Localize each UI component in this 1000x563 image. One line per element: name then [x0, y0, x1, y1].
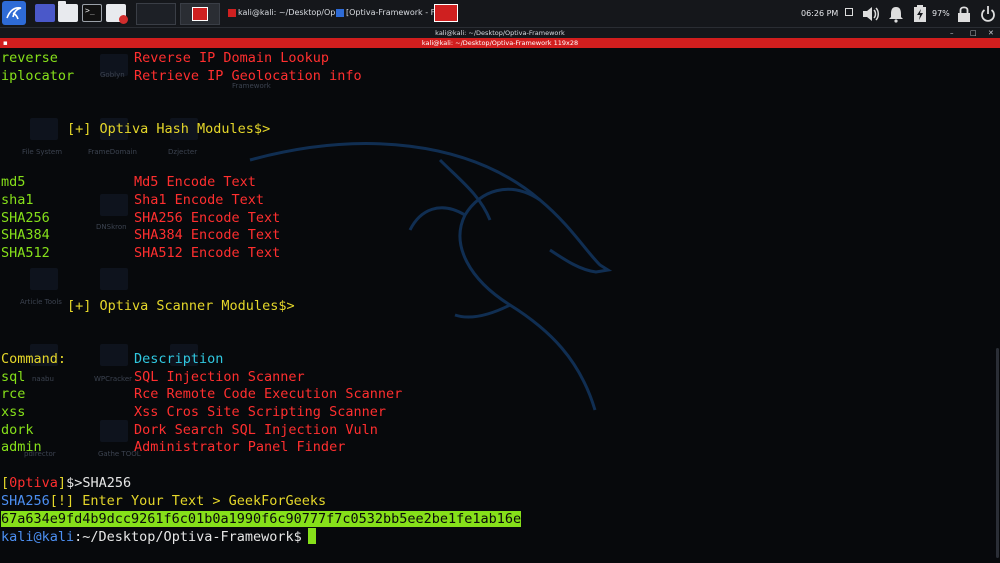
power-icon[interactable]: [980, 5, 996, 27]
prompt-user: 0ptiva: [9, 475, 58, 491]
hash-output-line: 67a634e9fd4b9dcc9261f6c01b0a1990f6c90777…: [1, 510, 522, 528]
prompt-bracket-close: ]: [57, 475, 67, 491]
module-description: Administrator Panel Finder: [134, 439, 346, 455]
terminal-scrollbar[interactable]: [995, 48, 999, 563]
module-description: SQL Injection Scanner: [134, 369, 305, 385]
module-command: sql: [1, 369, 26, 385]
clock[interactable]: 06:26 PM: [801, 0, 843, 27]
module-command: dork: [1, 422, 34, 438]
taskbar-item-red-window[interactable]: [434, 4, 458, 22]
window-titlebar[interactable]: kali@kali: ~/Desktop/Optiva-Framework – …: [0, 28, 1000, 38]
text-cursor: [307, 528, 316, 544]
module-description: Dork Search SQL Injection Vuln: [134, 422, 378, 438]
section-header: [+] Optiva Hash Modules$>: [67, 121, 271, 137]
sha-prompt: [!] Enter Your Text > GeekForGeeks: [49, 493, 327, 509]
notification-bell-icon[interactable]: [887, 5, 905, 27]
taskbar-item-file-manager[interactable]: [Optiva-Framework - Fil...: [334, 3, 442, 23]
module-description: SHA256 Encode Text: [134, 210, 281, 226]
sha-input-line: SHA256[!] Enter Your Text > GeekForGeeks: [1, 492, 326, 510]
kali-menu-icon[interactable]: [2, 1, 26, 25]
battery-percent: 97%: [932, 9, 950, 18]
module-command: sha1: [1, 192, 34, 208]
terminal-icon[interactable]: [82, 4, 102, 22]
shell-dollar: $: [293, 529, 302, 545]
module-command: xss: [1, 404, 26, 420]
prompt-command: $>SHA256: [66, 475, 132, 491]
desktop-show-icon[interactable]: [35, 4, 55, 22]
hash-output[interactable]: 67a634e9fd4b9dcc9261f6c01b0a1990f6c90777…: [1, 511, 522, 527]
shell-user: kali@kali: [1, 529, 75, 545]
top-panel: kali@kali: ~/Desktop/Op... [Optiva-Frame…: [0, 0, 1000, 28]
shell-path: :~/Desktop/Optiva-Framework: [74, 529, 294, 545]
scrollbar-thumb[interactable]: [996, 348, 999, 558]
description-column-header: Description: [134, 351, 224, 367]
module-command: SHA384: [1, 227, 50, 243]
sha-label: SHA256: [1, 493, 50, 509]
terminal-output[interactable]: reverse Reverse IP Domain Lookup iplocato…: [0, 48, 1000, 563]
module-command: rce: [1, 386, 26, 402]
module-command: reverse: [1, 50, 58, 66]
section-header: [+] Optiva Scanner Modules$>: [67, 298, 295, 314]
module-command: SHA512: [1, 245, 50, 261]
module-description: Sha1 Encode Text: [134, 192, 265, 208]
volume-icon[interactable]: [861, 5, 881, 27]
tab-title: kali@kali: ~/Desktop/Optiva-Framework 11…: [421, 39, 579, 47]
window-title: kali@kali: ~/Desktop/Optiva-Framework: [435, 29, 565, 37]
file-manager-icon[interactable]: [58, 1, 78, 22]
taskbar-item-terminal[interactable]: kali@kali: ~/Desktop/Op...: [226, 3, 344, 23]
close-icon[interactable]: ✕: [988, 28, 994, 38]
module-command: admin: [1, 439, 42, 455]
lock-icon[interactable]: [957, 5, 971, 27]
browser-icon[interactable]: [106, 4, 128, 24]
workspace-2[interactable]: [180, 3, 220, 25]
module-command: md5: [1, 174, 26, 190]
module-description: SHA384 Encode Text: [134, 227, 281, 243]
terminal-tab[interactable]: ▪ kali@kali: ~/Desktop/Optiva-Framework …: [0, 38, 1000, 48]
optiva-prompt-line: [0ptiva]$>SHA256: [1, 474, 131, 492]
module-description: Reverse IP Domain Lookup: [134, 50, 330, 66]
module-description: Md5 Encode Text: [134, 174, 256, 190]
workspace-1[interactable]: [136, 3, 176, 25]
workspace-window-thumbnail: [192, 7, 208, 21]
battery-icon[interactable]: [913, 5, 927, 27]
minimize-icon[interactable]: –: [950, 28, 954, 38]
command-column-header: Command:: [1, 351, 67, 367]
prompt-bracket-open: [: [1, 475, 10, 491]
module-command: iplocator: [1, 68, 75, 84]
window-list-icon[interactable]: [845, 8, 853, 16]
module-description: Retrieve IP Geolocation info: [134, 68, 362, 84]
maximize-icon[interactable]: □: [970, 28, 977, 38]
module-description: Xss Cros Site Scripting Scanner: [134, 404, 386, 420]
module-command: SHA256: [1, 210, 50, 226]
module-description: Rce Remote Code Execution Scanner: [134, 386, 403, 402]
module-description: SHA512 Encode Text: [134, 245, 281, 261]
shell-prompt-line[interactable]: kali@kali:~/Desktop/Optiva-Framework$: [1, 528, 316, 546]
